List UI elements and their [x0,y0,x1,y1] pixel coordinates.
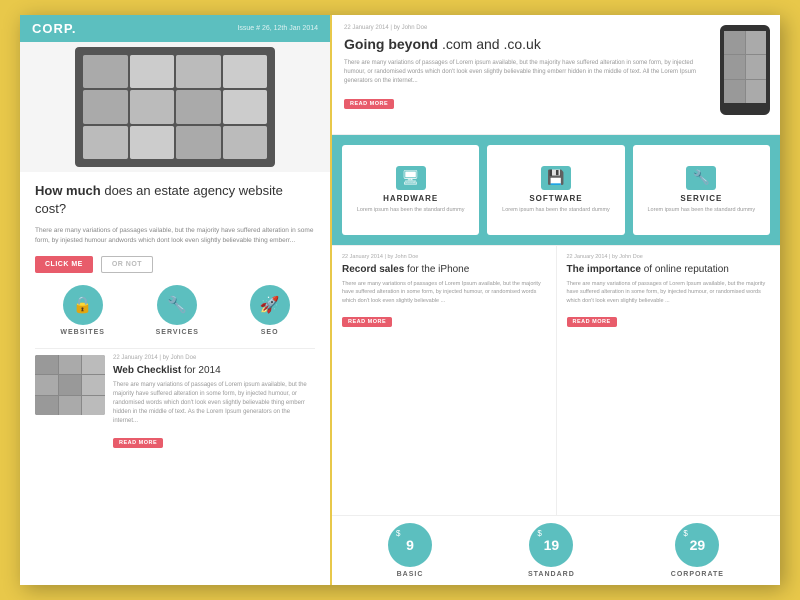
services-icon: 🔧 [157,285,197,325]
services-row: 🔒 WEBSITES 🔧 SERVICES 🚀 SEO [35,285,315,336]
hardware-body: Lorem ipsum has been the standard dummy [357,207,465,215]
article-title: Web Checklist for 2014 [113,364,315,377]
bottom-article-2: 22 January 2014 | by John Doe The import… [557,246,781,515]
bottom-articles: 22 January 2014 | by John Doe Record sal… [332,245,780,515]
issue-text: Issue # 26, 12th Jan 2014 [237,25,318,32]
service-card: 🔧 SERVICE Lorem ipsum has been the stand… [633,145,770,235]
grid-cell [130,90,175,123]
grid-cell [176,90,221,123]
standard-price-circle: $ 19 [529,523,573,567]
websites-label: WEBSITES [60,329,105,336]
price-basic: $ 9 BASIC [388,523,432,578]
right-top-section: 22 January 2014 | by John Doe Going beyo… [332,15,780,135]
grid-cell [83,126,128,159]
ba1-title: Record sales for the iPhone [342,263,546,276]
service-websites: 🔒 WEBSITES [60,285,105,336]
software-body: Lorem ipsum has been the standard dummy [502,207,610,215]
ba2-title: The importance of online reputation [567,263,771,276]
hardware-title: HARDWARE [383,194,438,203]
main-headline: How much does an estate agency website c… [35,182,315,218]
corporate-price-circle: $ 29 [675,523,719,567]
corporate-currency: $ [683,529,687,538]
corporate-label: CORPORATE [671,571,724,578]
grid-cell [176,55,221,88]
grid-cell [223,90,268,123]
top-article-content: 22 January 2014 | by John Doe Going beyo… [332,15,720,134]
article-thumbnail [35,355,105,415]
seo-icon: 🚀 [250,285,290,325]
click-me-button[interactable]: CLICK ME [35,256,93,273]
pricing-section: $ 9 BASIC $ 19 STANDARD $ 29 CORPORATE [332,515,780,585]
basic-price-circle: $ 9 [388,523,432,567]
price-corporate: $ 29 CORPORATE [671,523,724,578]
basic-currency: $ [396,529,400,538]
left-content: How much does an estate agency website c… [20,172,330,585]
article-text: 22 January 2014 | by John Doe Web Checkl… [113,355,315,449]
left-page: CORP. Issue # 26, 12th Jan 2014 How m [20,15,330,585]
grid-cell [176,126,221,159]
service-card-icon: 🔧 [686,166,716,190]
basic-amount: 9 [406,537,414,553]
right-page: 22 January 2014 | by John Doe Going beyo… [332,15,780,585]
grid-cell [223,126,268,159]
ba2-body: There are many variations of passages of… [567,280,771,305]
ba1-read-more[interactable]: READ MORE [342,317,392,327]
service-seo: 🚀 SEO [250,285,290,336]
grid-cell [83,90,128,123]
services-label: SERVICES [156,329,199,336]
software-card: 💾 SOFTWARE Lorem ipsum has been the stan… [487,145,624,235]
corp-logo: CORP. [32,21,77,36]
service-card-title: SERVICE [680,194,722,203]
grid-cell [130,55,175,88]
ba1-body: There are many variations of passages of… [342,280,546,305]
corporate-amount: 29 [690,537,706,553]
ba1-meta: 22 January 2014 | by John Doe [342,254,546,260]
grid-cell [130,126,175,159]
left-read-more-button[interactable]: READ MORE [113,438,163,448]
price-standard: $ 19 STANDARD [528,523,575,578]
laptop-image [75,47,275,167]
basic-label: BASIC [397,571,424,578]
phone-image [720,25,770,115]
divider [35,348,315,349]
top-read-more-button[interactable]: READ MORE [344,99,394,109]
article-meta: 22 January 2014 | by John Doe [113,355,315,361]
or-not-button[interactable]: OR NOT [101,256,153,273]
grid-cell [223,55,268,88]
mini-article: 22 January 2014 | by John Doe Web Checkl… [35,355,315,449]
top-article-body: There are many variations of passages of… [344,59,708,86]
button-row: CLICK ME OR NOT [35,256,315,273]
main-body: There are many variations of passages va… [35,226,315,246]
top-article-meta: 22 January 2014 | by John Doe [344,25,708,31]
left-header: CORP. Issue # 26, 12th Jan 2014 [20,15,330,42]
hardware-icon: 🖥 [396,166,426,190]
hardware-card: 🖥 HARDWARE Lorem ipsum has been the stan… [342,145,479,235]
websites-icon: 🔒 [63,285,103,325]
ba2-meta: 22 January 2014 | by John Doe [567,254,771,260]
top-article-title: Going beyond .com and .co.uk [344,35,708,53]
software-title: SOFTWARE [529,194,582,203]
standard-label: STANDARD [528,571,575,578]
seo-label: SEO [261,329,279,336]
standard-amount: 19 [544,537,560,553]
grid-cell [83,55,128,88]
cards-section: 🖥 HARDWARE Lorem ipsum has been the stan… [332,135,780,245]
software-icon: 💾 [541,166,571,190]
service-services: 🔧 SERVICES [156,285,199,336]
standard-currency: $ [537,529,541,538]
laptop-section [20,42,330,172]
article-body: There are many variations of passages of… [113,381,315,426]
ba2-read-more[interactable]: READ MORE [567,317,617,327]
bottom-article-1: 22 January 2014 | by John Doe Record sal… [332,246,557,515]
service-card-body: Lorem ipsum has been the standard dummy [648,207,756,215]
magazine-wrapper: CORP. Issue # 26, 12th Jan 2014 How m [20,15,780,585]
phone-screen [724,31,766,103]
